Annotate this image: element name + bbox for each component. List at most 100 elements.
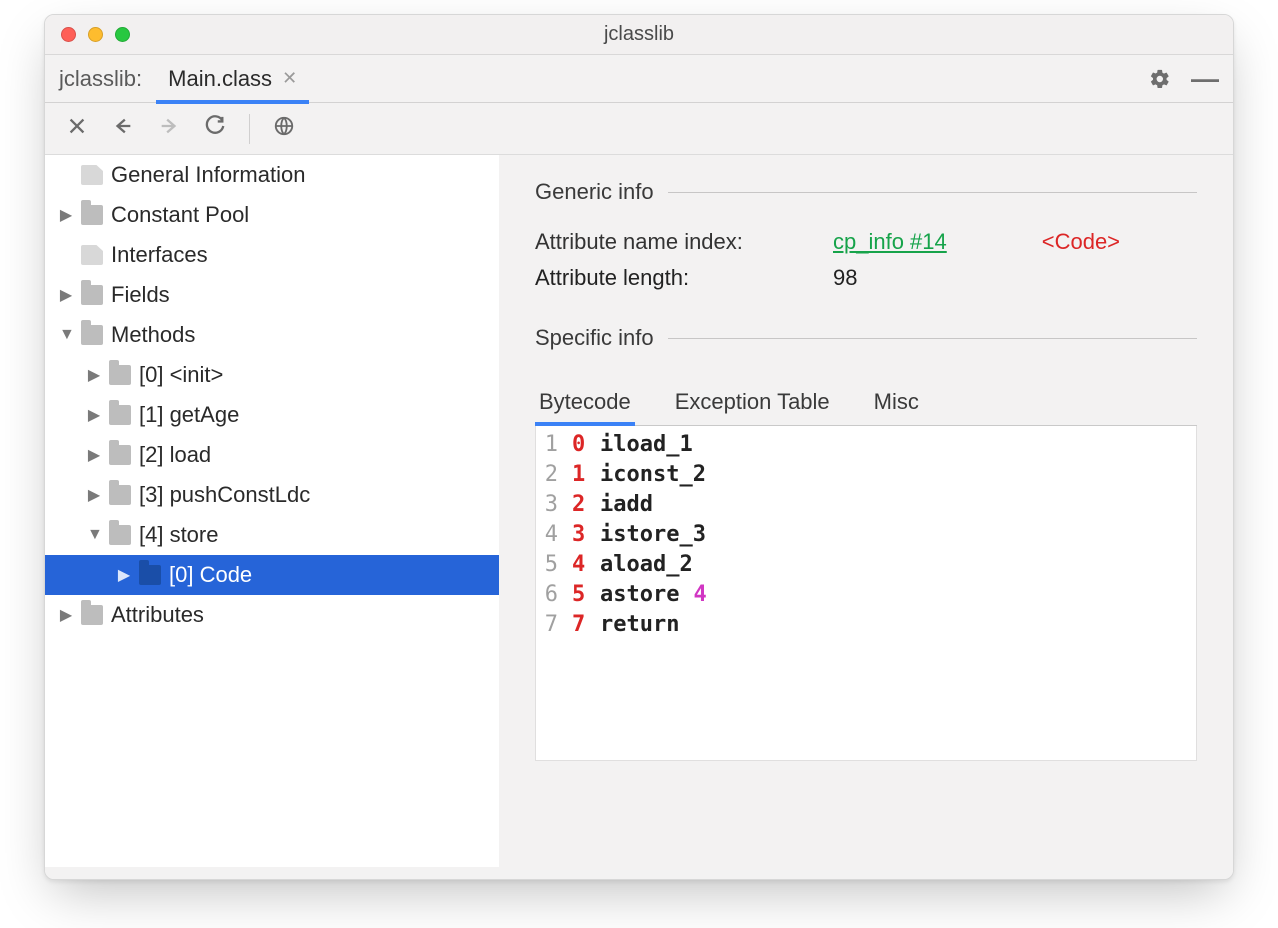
bytecode-pc: 3: [572, 520, 586, 550]
bytecode-opcode: iconst_2: [600, 460, 706, 490]
workspace-label: jclasslib:: [59, 66, 142, 92]
tree-node[interactable]: ▶Attributes: [45, 595, 499, 635]
bytecode-opcode: aload_2: [600, 550, 693, 580]
file-icon: [81, 165, 103, 185]
bytecode-row[interactable]: 10iload_1: [544, 430, 1188, 460]
folder-icon: [109, 405, 131, 425]
attribute-length-value: 98: [833, 265, 1197, 291]
tab-close-icon[interactable]: ✕: [282, 68, 297, 89]
tree-node-label: Interfaces: [111, 242, 208, 268]
tree-node[interactable]: ▶General Information: [45, 155, 499, 195]
arrow-right-icon: [158, 115, 180, 143]
bytecode-linenum: 3: [544, 490, 558, 520]
close-icon: [66, 115, 88, 143]
attribute-name-row: Attribute name index: cp_info #14 <Code>: [535, 229, 1197, 255]
bytecode-linenum: 5: [544, 550, 558, 580]
toolbar-website-button[interactable]: [268, 113, 300, 145]
editor-tab-label: Main.class: [168, 66, 272, 92]
tree-node-label: [4] store: [139, 522, 218, 548]
toolbar-close-button[interactable]: [61, 113, 93, 145]
disclosure-icon[interactable]: ▶: [59, 205, 73, 225]
bytecode-row[interactable]: 43 istore_3: [544, 520, 1188, 550]
main-body: ▶General Information▶Constant Pool▶Inter…: [45, 155, 1233, 867]
attribute-name-link[interactable]: cp_info #14: [833, 229, 1024, 255]
app-window: jclasslib jclasslib: Main.class ✕ —: [44, 14, 1234, 880]
tree-node[interactable]: ▼Methods: [45, 315, 499, 355]
editor-tab-main-class[interactable]: Main.class ✕: [156, 55, 309, 103]
tree-node[interactable]: ▶[0] <init>: [45, 355, 499, 395]
bytecode-listing[interactable]: 10iload_121iconst_232iadd43 istore_354alo…: [535, 426, 1197, 761]
footer: [45, 867, 1233, 879]
tree-node[interactable]: ▶ [0] Code: [45, 555, 499, 595]
tab-misc[interactable]: Misc: [870, 381, 923, 425]
attribute-name-label: Attribute name index:: [535, 229, 815, 255]
tab-strip: jclasslib: Main.class ✕ —: [45, 55, 1233, 103]
bytecode-linenum: 2: [544, 460, 558, 490]
bytecode-row[interactable]: 21iconst_2: [544, 460, 1188, 490]
bytecode-row[interactable]: 54aload_2: [544, 550, 1188, 580]
tab-bytecode[interactable]: Bytecode: [535, 381, 635, 425]
toolbar-forward-button[interactable]: [153, 113, 185, 145]
tree-node-label: [2] load: [139, 442, 211, 468]
disclosure-icon[interactable]: ▶: [59, 605, 73, 625]
tree-node[interactable]: ▶ [3] pushConstLdc: [45, 475, 499, 515]
toolbar-reload-button[interactable]: [199, 113, 231, 145]
window-close-button[interactable]: [61, 27, 76, 42]
bytecode-row[interactable]: 32iadd: [544, 490, 1188, 520]
disclosure-icon[interactable]: ▶: [87, 405, 101, 425]
minimize-dock-button[interactable]: —: [1181, 63, 1223, 95]
folder-icon: [109, 485, 131, 505]
disclosure-icon[interactable]: ▶: [87, 445, 101, 465]
bytecode-pc: 7: [572, 610, 586, 640]
bytecode-pc: 5: [572, 580, 586, 610]
window-minimize-button[interactable]: [88, 27, 103, 42]
window-title: jclasslib: [604, 23, 674, 46]
folder-icon: [109, 365, 131, 385]
tree-node[interactable]: ▶Interfaces: [45, 235, 499, 275]
tree-node-label: [3] pushConstLdc: [139, 482, 310, 508]
folder-icon: [109, 445, 131, 465]
disclosure-icon[interactable]: ▶: [117, 565, 131, 585]
file-icon: [81, 245, 103, 265]
detail-pane: Generic info Attribute name index: cp_in…: [499, 155, 1233, 867]
toolbar-back-button[interactable]: [107, 113, 139, 145]
bytecode-tabs: Bytecode Exception Table Misc: [535, 381, 1197, 426]
tree-node[interactable]: ▶Constant Pool: [45, 195, 499, 235]
disclosure-icon[interactable]: ▶: [87, 485, 101, 505]
section-specific-label: Specific info: [535, 325, 654, 351]
tree-node-label: General Information: [111, 162, 305, 188]
tree-node[interactable]: ▶Fields: [45, 275, 499, 315]
bytecode-row[interactable]: 77return: [544, 610, 1188, 640]
tree-node[interactable]: ▶ [2] load: [45, 435, 499, 475]
settings-button[interactable]: [1139, 68, 1181, 90]
folder-icon: [81, 285, 103, 305]
toolbar-separator: [249, 114, 250, 144]
attribute-name-tag: <Code>: [1042, 229, 1197, 255]
tab-exception-table[interactable]: Exception Table: [671, 381, 834, 425]
bytecode-linenum: 6: [544, 580, 558, 610]
folder-icon: [109, 525, 131, 545]
bytecode-opcode: astore: [600, 580, 679, 610]
toolbar: [45, 103, 1233, 155]
structure-tree[interactable]: ▶General Information▶Constant Pool▶Inter…: [45, 155, 499, 867]
disclosure-icon[interactable]: ▶: [87, 365, 101, 385]
disclosure-icon[interactable]: ▶: [59, 285, 73, 305]
bytecode-row[interactable]: 65astore4: [544, 580, 1188, 610]
disclosure-icon[interactable]: ▼: [87, 526, 101, 544]
tree-node[interactable]: ▶ [1] getAge: [45, 395, 499, 435]
bytecode-opcode: return: [600, 610, 679, 640]
section-generic-header: Generic info: [535, 179, 1197, 205]
window-titlebar: jclasslib: [45, 15, 1233, 55]
bytecode-opcode: istore_3: [600, 520, 706, 550]
disclosure-icon[interactable]: ▼: [59, 326, 73, 344]
window-zoom-button[interactable]: [115, 27, 130, 42]
tree-node-label: [1] getAge: [139, 402, 239, 428]
bytecode-linenum: 4: [544, 520, 558, 550]
attribute-length-row: Attribute length: 98: [535, 265, 1197, 291]
reload-icon: [204, 115, 226, 143]
tree-node[interactable]: ▼ [4] store: [45, 515, 499, 555]
folder-icon: [81, 325, 103, 345]
tree-node-label: [0] Code: [169, 562, 252, 588]
folder-icon: [81, 205, 103, 225]
window-controls: [61, 27, 130, 42]
